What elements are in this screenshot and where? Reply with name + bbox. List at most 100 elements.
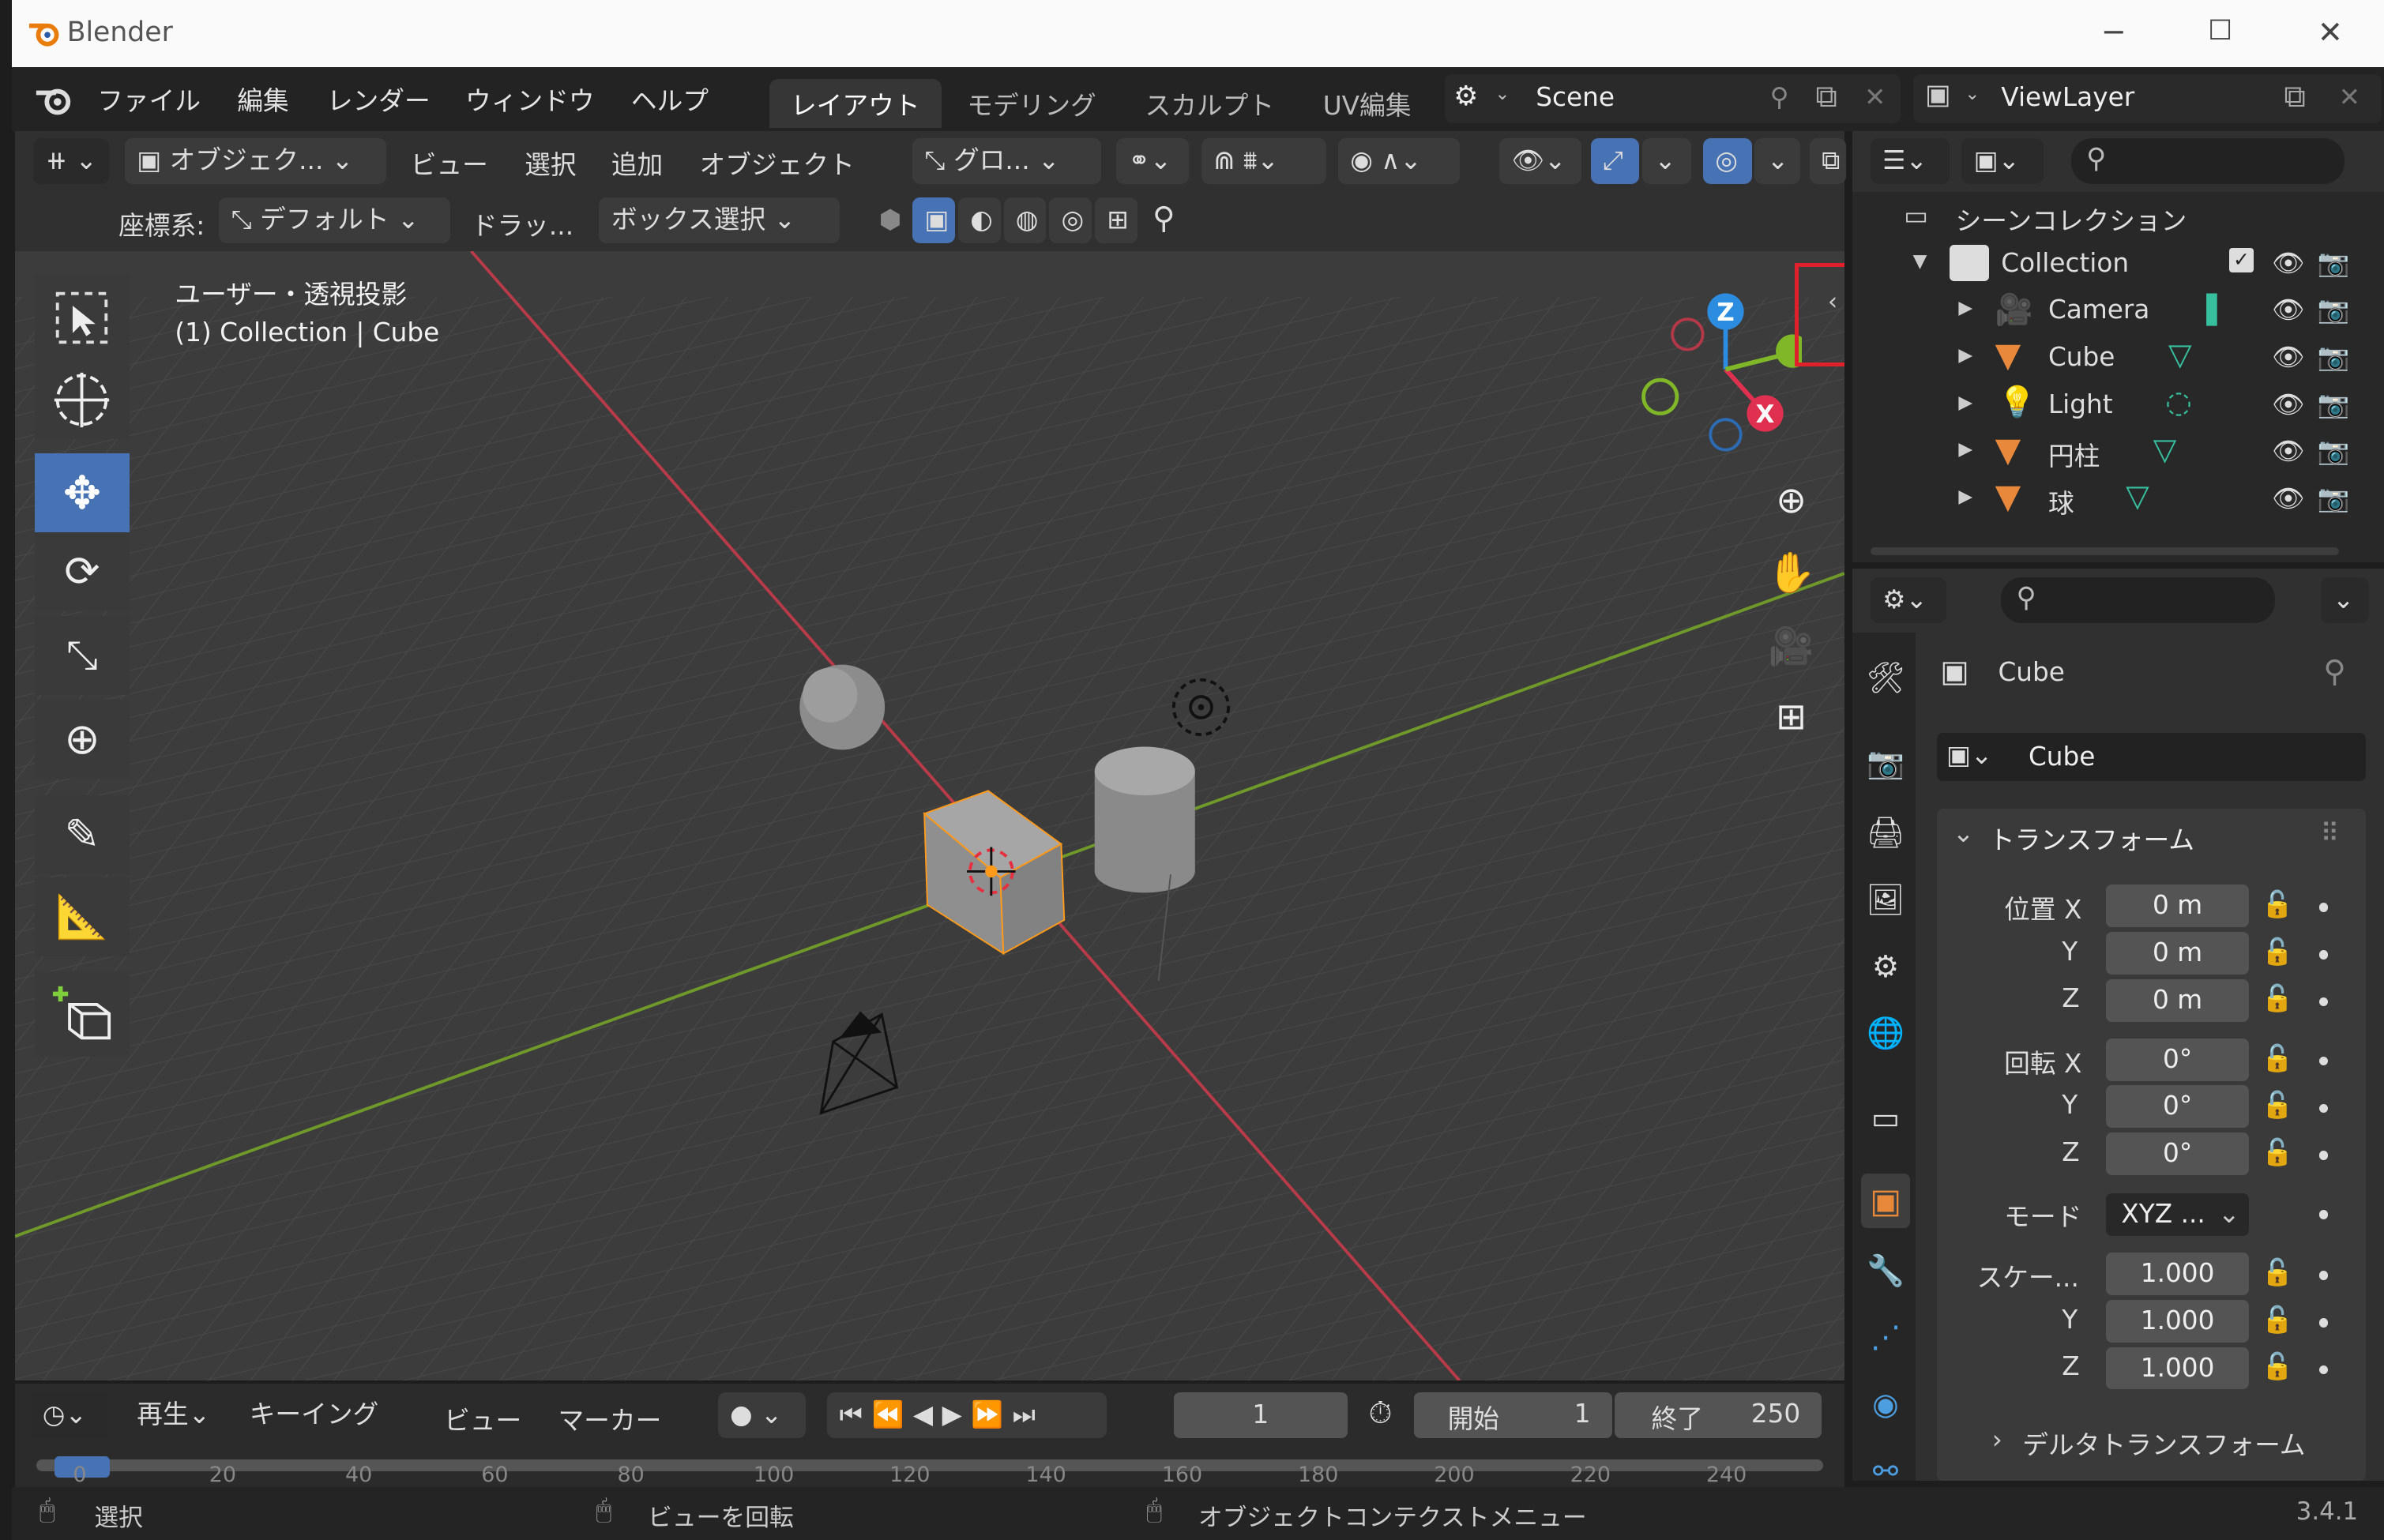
scene-tab-icon[interactable]: ⚙ xyxy=(1864,945,1907,988)
new-viewlayer-icon[interactable]: ⧉ xyxy=(2284,79,2306,115)
outliner-item-sphere[interactable]: ▶ ▼ 球 ▽ 👁 📷 xyxy=(1852,477,2384,524)
keyframe-dot-icon[interactable] xyxy=(2318,1271,2329,1280)
proportional-edit-toggle[interactable]: ◉ ∧⌄ xyxy=(1338,138,1460,184)
lock-icon[interactable]: 🔓 xyxy=(2261,937,2293,967)
location-x-field[interactable]: 0 m xyxy=(2106,885,2250,928)
timeline-view-menu[interactable]: ビュー xyxy=(444,1400,521,1437)
tool-tab-icon[interactable]: 🛠 xyxy=(1864,657,1907,700)
tab-layout[interactable]: レイアウト xyxy=(769,79,942,128)
render-tab-icon[interactable]: 📷 xyxy=(1864,742,1907,784)
tab-modeling[interactable]: モデリング xyxy=(946,79,1117,128)
view-layer-tab-icon[interactable]: 🖼 xyxy=(1864,879,1907,922)
visibility-dropdown[interactable]: 👁⌄ xyxy=(1499,138,1581,184)
expand-arrow-icon[interactable]: ▶ xyxy=(1958,486,1972,507)
scale-y-field[interactable]: 1.000 xyxy=(2106,1299,2250,1343)
playback-controls[interactable]: ⏮⏪◀▶⏩⏭ xyxy=(827,1392,1107,1439)
location-y-field[interactable]: 0 m xyxy=(2106,932,2250,975)
menu-add[interactable]: 追加 xyxy=(611,145,663,182)
rotation-z-field[interactable]: 0° xyxy=(2106,1132,2250,1176)
delta-transform-section[interactable]: デルタトランスフォーム xyxy=(2022,1425,2305,1462)
menu-view[interactable]: ビュー xyxy=(411,145,488,182)
search-icon[interactable]: ⚲ xyxy=(1153,201,1175,236)
sphere-object[interactable] xyxy=(799,664,886,750)
light-object[interactable] xyxy=(1172,678,1231,736)
select-subtract-icon[interactable]: ◍ xyxy=(1003,197,1047,243)
rotation-mode-dropdown[interactable]: XYZ ... ⌄ xyxy=(2106,1193,2250,1237)
timeline-marker-menu[interactable]: マーカー xyxy=(558,1400,661,1437)
maximize-button[interactable]: ☐ xyxy=(2208,15,2232,47)
menu-select[interactable]: 選択 xyxy=(525,145,576,182)
pivot-dropdown[interactable]: ⚭⌄ xyxy=(1115,138,1190,184)
stopwatch-icon[interactable]: ⏱ xyxy=(1369,1395,1393,1431)
overlay-dropdown[interactable]: ⌄ xyxy=(1754,138,1801,184)
lock-icon[interactable]: 🔓 xyxy=(2261,889,2293,919)
lock-icon[interactable]: 🔓 xyxy=(2261,1351,2293,1381)
outliner-search-input[interactable]: ⚲ xyxy=(2070,138,2345,184)
tool-rotate[interactable]: ⟳ xyxy=(35,531,130,611)
lock-icon[interactable]: 🔓 xyxy=(2261,1257,2293,1287)
overlay-toggle[interactable]: ◎ xyxy=(1703,138,1752,184)
xray-toggle[interactable]: ⧉ xyxy=(1809,138,1846,184)
expand-arrow-icon[interactable]: ▶ xyxy=(1958,298,1972,318)
keyframe-dot-icon[interactable] xyxy=(2318,1151,2329,1160)
new-scene-icon[interactable]: ⧉ xyxy=(1815,79,1837,115)
menu-window[interactable]: ウィンドウ xyxy=(465,81,595,118)
select-extend-icon[interactable]: ◐ xyxy=(957,197,1001,243)
camera-view-button[interactable]: 🎥 xyxy=(1761,616,1822,677)
camera-object[interactable] xyxy=(819,1011,899,1115)
outliner-editor-type[interactable]: ☰⌄ xyxy=(1870,138,1950,184)
pan-button[interactable]: ✋ xyxy=(1761,543,1822,603)
mesh-data-icon[interactable]: ▽ xyxy=(2153,432,2177,468)
keyframe-dot-icon[interactable] xyxy=(2318,1317,2329,1328)
expand-arrow-icon[interactable]: ▶ xyxy=(1958,439,1972,460)
collection-tab-icon[interactable]: ▭ xyxy=(1864,1098,1907,1140)
render-camera-icon[interactable]: 📷 xyxy=(2318,295,2350,325)
location-z-field[interactable]: 0 m xyxy=(2106,978,2250,1022)
blender-menu-icon[interactable] xyxy=(33,82,76,118)
eye-icon[interactable]: 👁 xyxy=(2272,483,2305,513)
collapse-arrow-icon[interactable]: ⌄ xyxy=(1953,818,1974,848)
tool-add-cube[interactable] xyxy=(35,971,130,1057)
properties-search-input[interactable]: ⚲ xyxy=(2001,577,2275,624)
rotation-x-field[interactable]: 0° xyxy=(2106,1038,2250,1081)
lock-icon[interactable]: 🔓 xyxy=(2261,1305,2293,1335)
close-button[interactable]: ✕ xyxy=(2318,15,2343,51)
menu-object[interactable]: オブジェクト xyxy=(700,145,855,182)
eye-icon[interactable]: 👁 xyxy=(2272,342,2305,372)
select-mode-icon[interactable]: ⬢ xyxy=(867,197,912,243)
world-tab-icon[interactable]: 🌐 xyxy=(1864,1012,1907,1055)
start-frame-field[interactable]: 開始 1 xyxy=(1414,1392,1612,1439)
eye-icon[interactable]: 👁 xyxy=(2272,389,2305,419)
delete-viewlayer-icon[interactable]: ✕ xyxy=(2339,82,2360,112)
object-tab-icon[interactable]: ▣ xyxy=(1861,1174,1910,1229)
pin-icon[interactable]: ⚲ xyxy=(1770,82,1789,112)
outliner-item-camera[interactable]: ▶ 🎥 Camera ▐ 👁 📷 xyxy=(1852,289,2384,336)
zoom-button[interactable]: ⊕ xyxy=(1761,470,1822,531)
tab-uv-editing[interactable]: UV編集 xyxy=(1302,79,1433,128)
render-camera-icon[interactable]: 📷 xyxy=(2318,436,2350,466)
select-set-icon[interactable]: ▣ xyxy=(912,197,955,243)
menu-render[interactable]: レンダー xyxy=(327,81,431,118)
light-data-icon[interactable]: ◌ xyxy=(2165,385,2192,420)
menu-help[interactable]: ヘルプ xyxy=(631,81,709,118)
mesh-data-icon[interactable]: ▽ xyxy=(2126,479,2149,514)
mesh-data-icon[interactable]: ▽ xyxy=(2168,337,2192,373)
menu-file[interactable]: ファイル xyxy=(97,81,201,118)
render-camera-icon[interactable]: 📷 xyxy=(2318,483,2350,513)
select-intersect-icon[interactable]: ⊞ xyxy=(1095,197,1137,243)
gizmo-dropdown[interactable]: ⌄ xyxy=(1642,138,1691,184)
gizmo-toggle[interactable]: ⤢ xyxy=(1590,138,1640,184)
transform-section-title[interactable]: トランスフォーム xyxy=(1989,820,2194,857)
expand-arrow-icon[interactable]: › xyxy=(1992,1425,2002,1455)
eye-icon[interactable]: 👁 xyxy=(2272,295,2305,325)
rotation-y-field[interactable]: 0° xyxy=(2106,1085,2250,1129)
tab-sculpt[interactable]: スカルプト xyxy=(1124,79,1295,128)
expand-arrow-icon[interactable]: ▶ xyxy=(1958,345,1972,366)
ortho-toggle-button[interactable]: ⊞ xyxy=(1761,685,1822,746)
object-name-field[interactable]: ▣⌄ Cube xyxy=(1937,732,2367,782)
tool-annotate[interactable]: ✎ xyxy=(35,794,130,874)
end-frame-field[interactable]: 終了 250 xyxy=(1615,1392,1822,1439)
viewlayer-selector[interactable]: ▣ ⌄ ViewLayer ⧉ ✕ xyxy=(1912,74,2382,123)
timeline-editor-type[interactable]: ◷⌄ xyxy=(30,1392,107,1439)
outliner-item-light[interactable]: ▶ 💡 Light ◌ 👁 📷 xyxy=(1852,383,2384,430)
